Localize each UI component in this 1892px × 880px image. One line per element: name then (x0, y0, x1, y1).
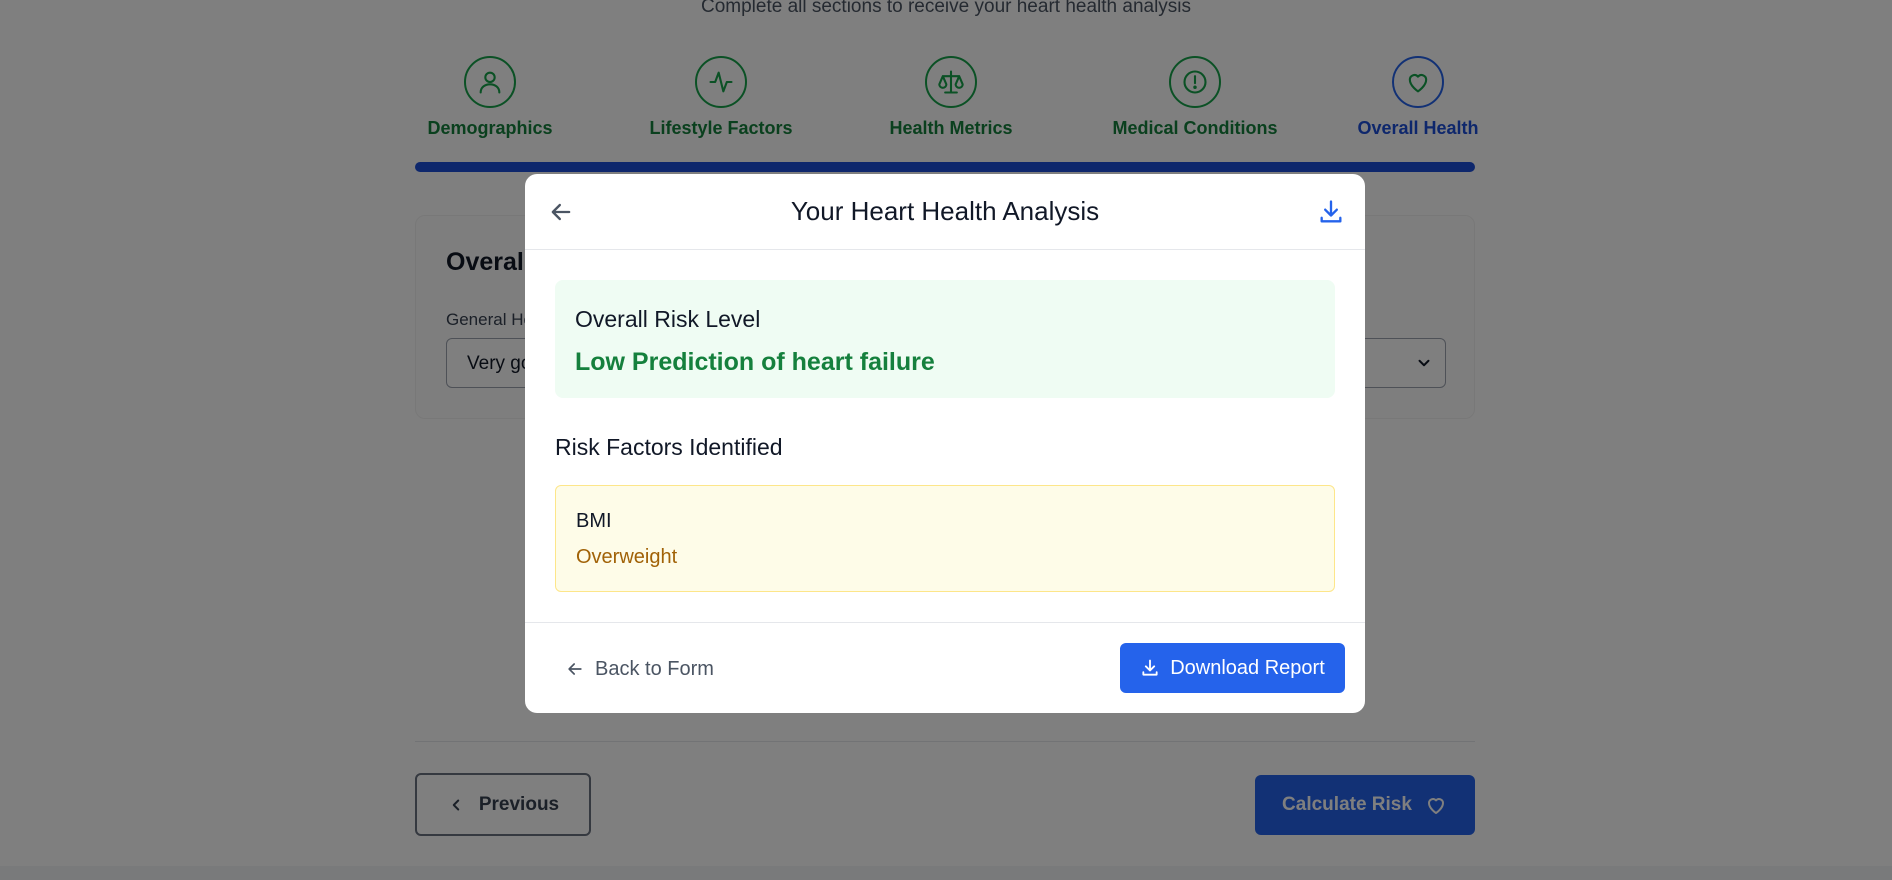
modal-header: Your Heart Health Analysis (525, 174, 1365, 250)
modal-title: Your Heart Health Analysis (790, 196, 1100, 226)
risk-factor-name: BMI (576, 510, 612, 532)
risk-level-value: Low Prediction of heart failure (575, 348, 935, 376)
arrow-left-icon (568, 663, 582, 675)
modal-footer: Back to Form Download Report (525, 622, 1365, 713)
download-report-button[interactable]: Download Report (1120, 643, 1345, 693)
download-report-label: Download Report (1170, 656, 1325, 679)
risk-level-label: Overall Risk Level (575, 306, 761, 332)
download-icon[interactable] (1317, 198, 1345, 226)
risk-factors-title: Risk Factors Identified (555, 434, 783, 460)
analysis-modal: Your Heart Health Analysis Overall Risk … (525, 174, 1365, 713)
back-to-form-button[interactable]: Back to Form (565, 649, 714, 689)
risk-factor-description: Overweight (576, 546, 678, 568)
download-icon (1142, 659, 1158, 676)
risk-level-box: Overall Risk Level Low Prediction of hea… (555, 280, 1335, 398)
risk-factor-card: BMI Overweight (555, 485, 1335, 592)
back-to-form-label: Back to Form (595, 657, 714, 680)
